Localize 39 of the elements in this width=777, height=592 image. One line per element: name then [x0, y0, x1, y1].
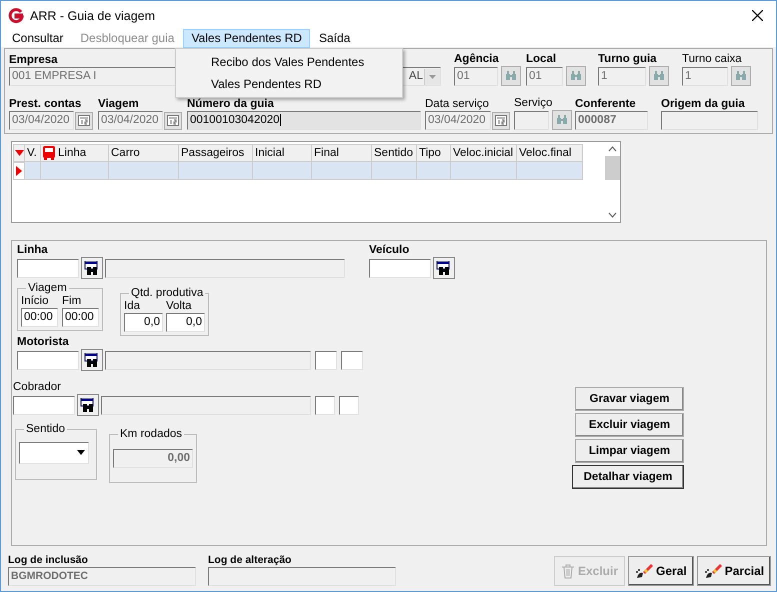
column-label: Veloc.final	[519, 147, 572, 159]
field-label: Empresa	[9, 54, 58, 67]
field-label: Cobrador	[13, 381, 62, 394]
field-value: 001 EMPRESA I	[12, 69, 96, 84]
column-label: Sentido	[374, 147, 414, 159]
field-label: Turno guia	[598, 53, 657, 66]
column-label: Final	[314, 147, 339, 159]
field-label: Volta	[166, 300, 193, 313]
field-label: Serviço	[514, 97, 552, 110]
field-label: Motorista	[17, 336, 70, 349]
column-label: Inicial	[255, 147, 284, 159]
field-label: Data serviço	[425, 98, 489, 111]
number-field: 0,00	[113, 449, 193, 468]
column-label: Linha	[58, 147, 86, 159]
field-label: Início	[21, 295, 50, 308]
column-label: Tipo	[419, 147, 441, 159]
field-value: AL	[408, 69, 423, 84]
field-label: Conferente	[575, 98, 636, 111]
column-label: Passageiros	[181, 147, 244, 159]
field-label: Prest. contas	[9, 98, 82, 111]
group-title: Viagem	[26, 281, 69, 295]
field-label: Turno caixa	[682, 53, 742, 66]
window-title: ARR - Guia de viagem	[30, 8, 156, 22]
column-label: V.	[27, 147, 37, 159]
field-label: Log de inclusão	[8, 554, 89, 567]
field-label: Agência	[454, 53, 499, 66]
field-label: Linha	[17, 244, 49, 257]
field-label: Ida	[124, 300, 141, 313]
field-label: Número da guia	[187, 98, 274, 111]
column-label: Carro	[111, 147, 140, 159]
field-label: Veículo	[369, 244, 410, 257]
field-label: Local	[526, 53, 556, 66]
field-label: Fim	[62, 295, 82, 308]
field-label: Origem da guia	[661, 98, 745, 111]
group-title: Qtd. produtiva	[129, 286, 206, 300]
log-field: BGMRODOTEC	[8, 567, 196, 586]
field-label: Viagem	[98, 98, 139, 111]
field-label: Log de alteração	[208, 554, 292, 567]
column-label: Veloc.inicial	[453, 147, 514, 159]
